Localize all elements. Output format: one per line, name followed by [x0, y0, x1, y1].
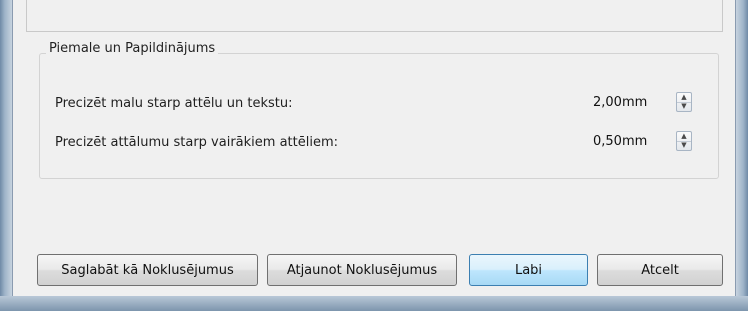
window-frame-right [736, 0, 748, 311]
image-spacing-label: Precizēt attālumu starp vairākiem attēli… [55, 135, 338, 150]
cancel-button[interactable]: Atcelt [597, 254, 723, 286]
groupbox-title: Piemale un Papildinājums [46, 40, 219, 57]
image-spacing-spin-buttons[interactable]: ▲ ▼ [676, 131, 692, 151]
text-margin-spin-buttons[interactable]: ▲ ▼ [676, 92, 692, 112]
chevron-down-icon[interactable]: ▼ [677, 141, 691, 150]
margin-groupbox [39, 53, 719, 179]
image-spacing-value[interactable]: 0,50mm [593, 133, 647, 150]
text-margin-spinner[interactable]: 2,00mm ▲ ▼ [584, 89, 702, 115]
restore-defaults-button[interactable]: Atjaunot Noklusējumus [267, 254, 457, 286]
text-margin-value[interactable]: 2,00mm [593, 94, 647, 111]
window-frame-bottom [0, 296, 748, 311]
ok-button[interactable]: Labi [469, 254, 588, 286]
window-frame-left [0, 0, 12, 311]
image-spacing-spinner[interactable]: 0,50mm ▲ ▼ [584, 128, 702, 154]
upper-panel [26, 0, 723, 32]
save-as-default-button[interactable]: Saglabāt kā Noklusējumus [37, 254, 258, 286]
text-margin-label: Precizēt malu starp attēlu un tekstu: [55, 96, 293, 111]
chevron-down-icon[interactable]: ▼ [677, 102, 691, 111]
